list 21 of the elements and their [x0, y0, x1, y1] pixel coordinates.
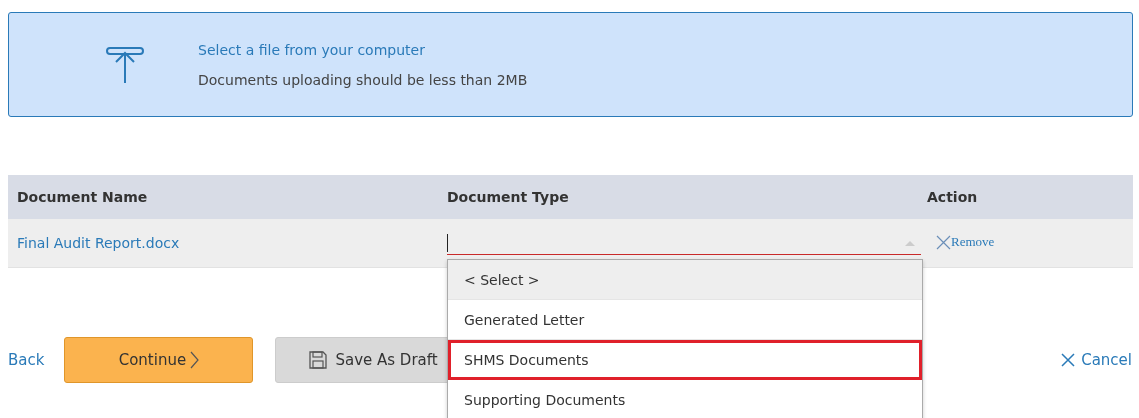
dropdown-option[interactable]: SHMS Documents	[448, 340, 922, 380]
upload-note: Documents uploading should be less than 2MB	[198, 71, 528, 88]
upload-icon	[105, 44, 145, 85]
upload-panel[interactable]: Select a file from your computer Documents uploading should be less than 2MB	[8, 12, 1133, 117]
column-header: Document Type	[446, 189, 570, 205]
remove-link[interactable]: Remove	[936, 234, 995, 250]
upload-link[interactable]: Select a file from your computer	[198, 41, 528, 58]
dropdown-option[interactable]: Supporting Documents	[448, 380, 922, 418]
column-header: Action	[927, 189, 978, 205]
caret-icon	[905, 241, 915, 246]
cancel-link[interactable]: Cancel	[1061, 351, 1132, 369]
continue-button[interactable]: Continue	[64, 337, 254, 383]
dropdown-option[interactable]: Generated Letter	[448, 300, 922, 340]
close-icon	[1061, 353, 1076, 367]
column-header: Document Name	[16, 189, 149, 205]
dropdown-option[interactable]: < Select >	[448, 260, 922, 300]
document-link[interactable]: Final Audit Report.docx	[8, 235, 438, 251]
type-select[interactable]	[447, 231, 921, 255]
back-link[interactable]: Back	[8, 351, 45, 369]
chevron-icon	[190, 351, 200, 369]
close-icon	[936, 234, 951, 250]
